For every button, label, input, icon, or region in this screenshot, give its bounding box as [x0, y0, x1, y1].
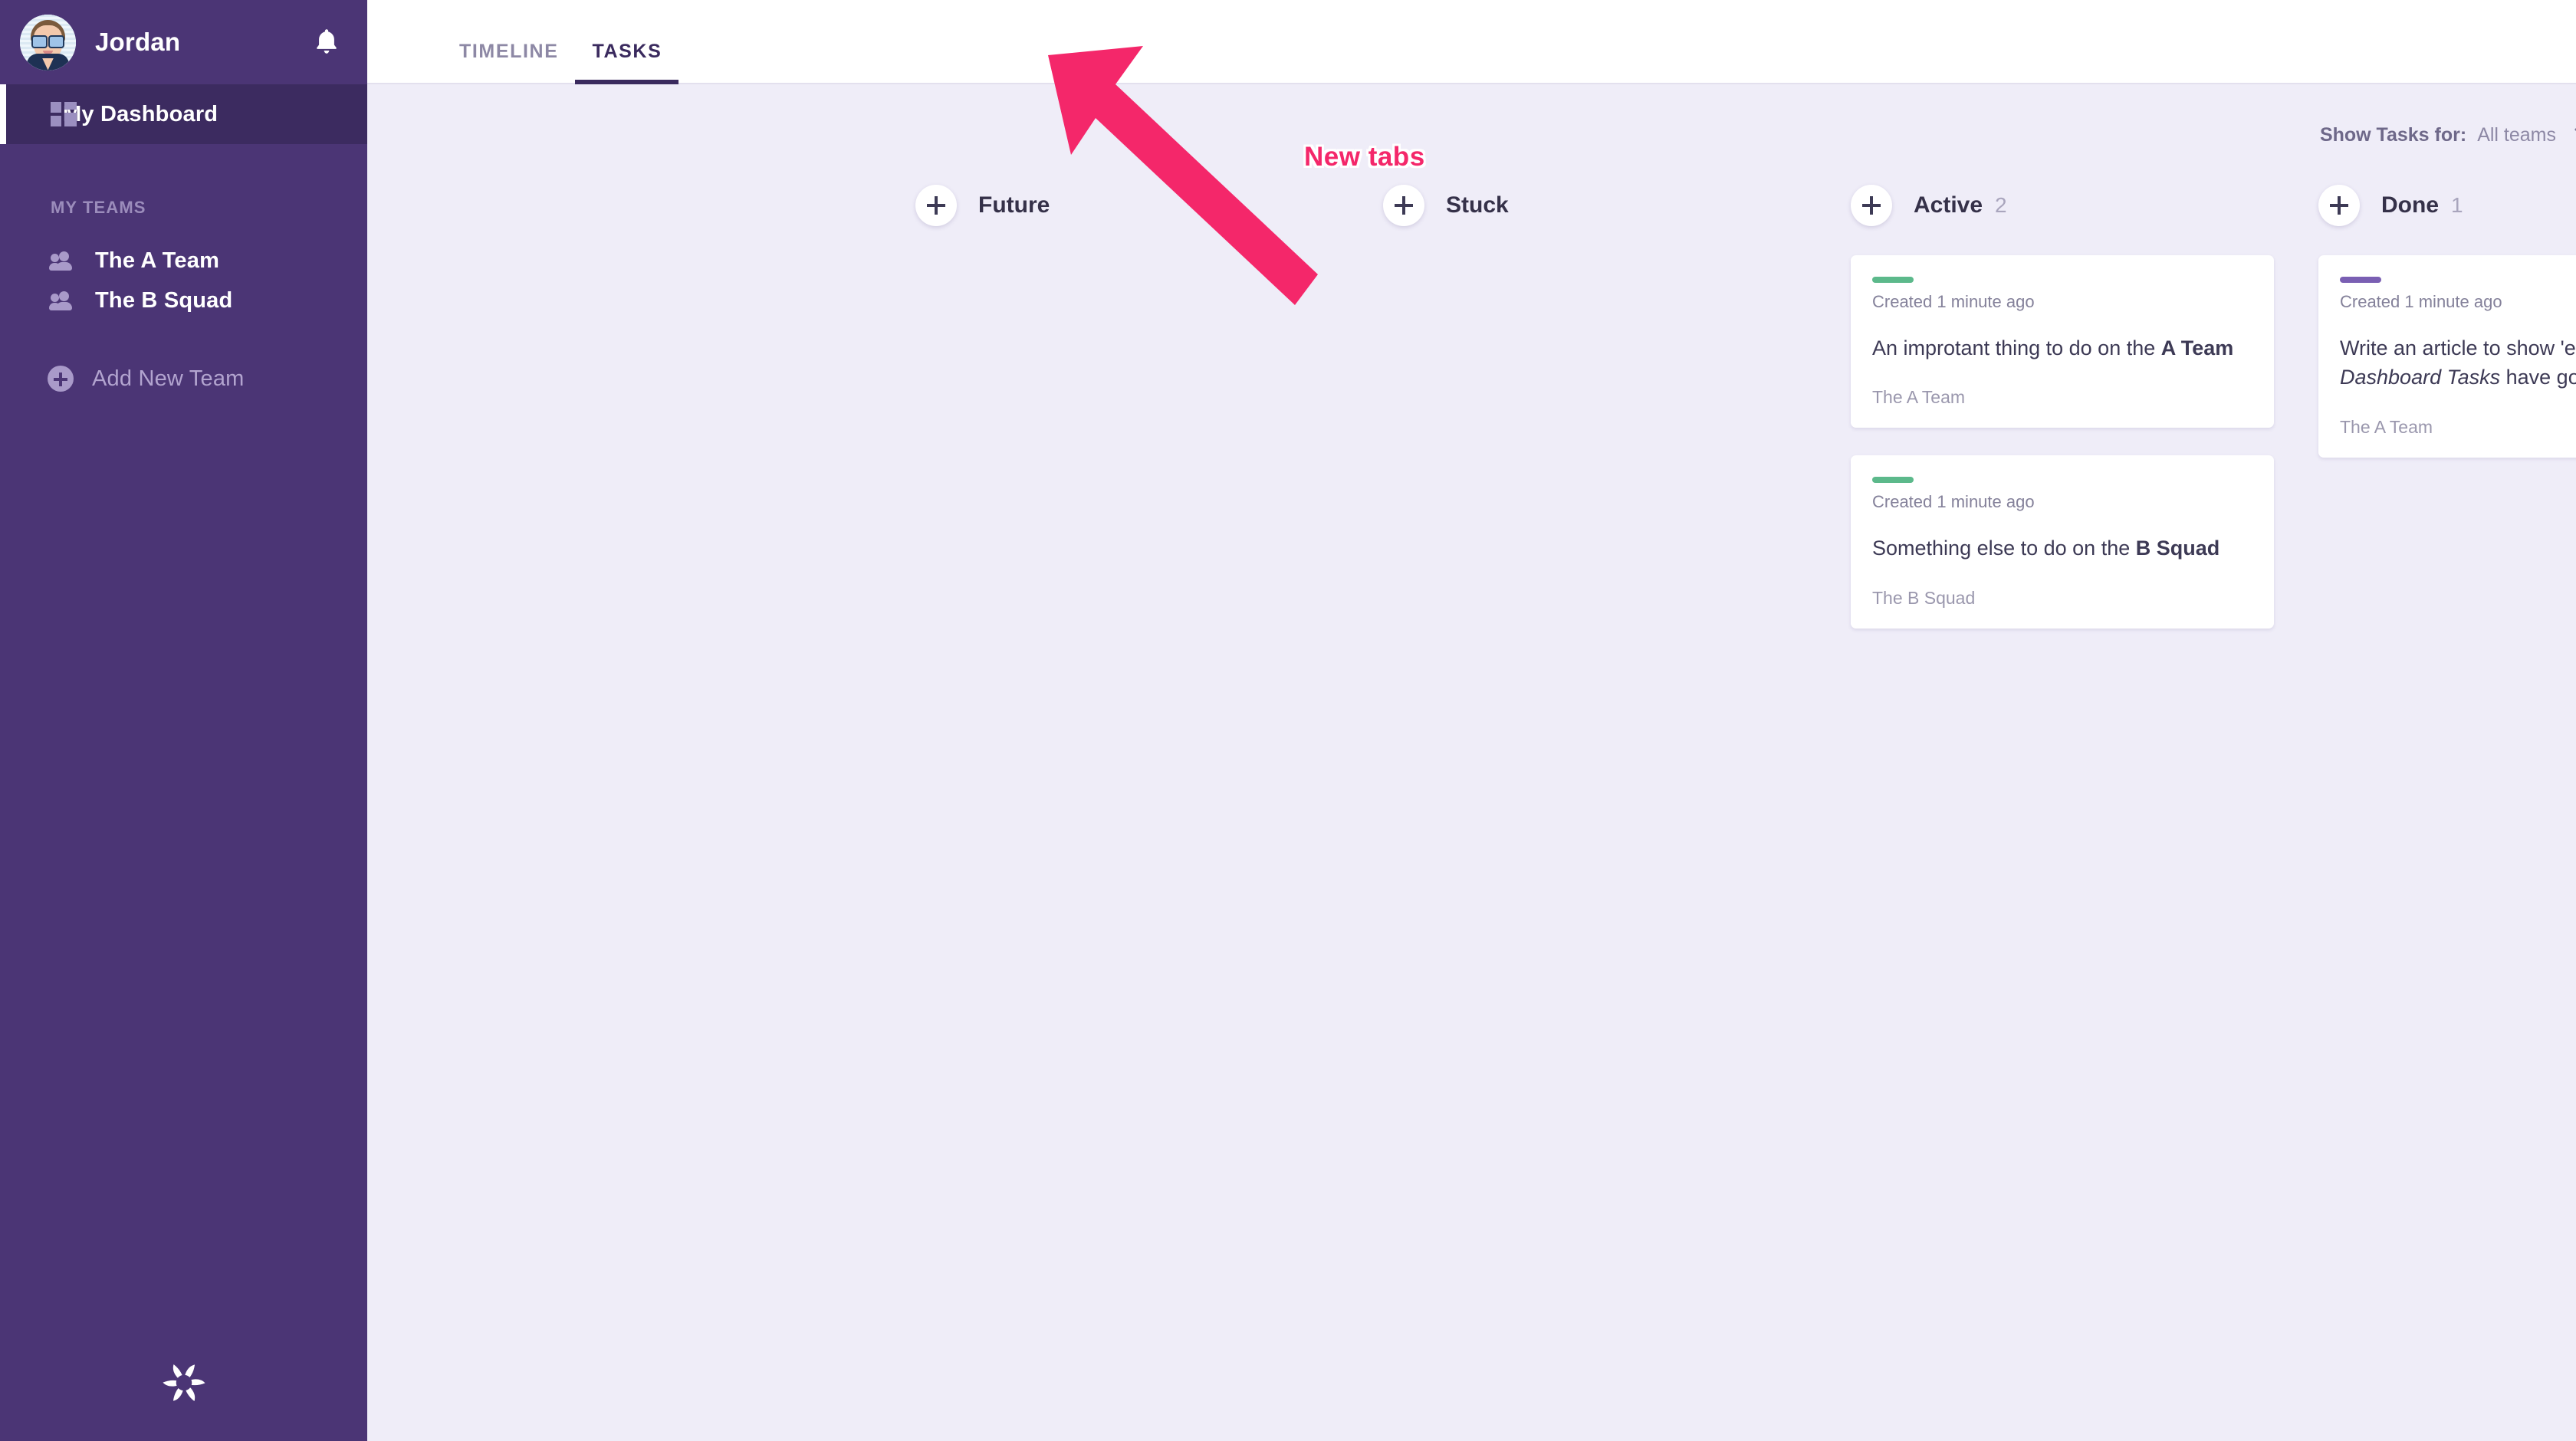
plus-icon	[1862, 196, 1881, 215]
column-title: Done	[2381, 192, 2439, 218]
sidebar-team-list: The A Team The B Squad	[0, 241, 367, 320]
task-filter: Show Tasks for: All teams	[367, 84, 2576, 146]
task-title-text: Something else to do on the	[1872, 537, 2136, 560]
add-task-button-future[interactable]	[915, 185, 957, 226]
task-status-bar	[1872, 477, 1914, 484]
username-label: Jordan	[95, 28, 181, 56]
add-task-button-active[interactable]	[1851, 185, 1892, 226]
add-task-button-done[interactable]	[2318, 185, 2360, 226]
task-title-emphasis: A Team	[2160, 336, 2234, 359]
sidebar-item-label: My Dashboard	[63, 101, 219, 126]
task-created-label: Created 1 minute ago	[1872, 492, 2035, 512]
column-count: 2	[1995, 193, 2007, 217]
task-title-emphasis: B Squad	[2135, 537, 2220, 560]
column-header: Active 2	[1851, 183, 2318, 228]
task-title: Something else to do on the B Squad	[1872, 533, 2252, 563]
column-header: Future	[915, 183, 1383, 228]
board-column-done: Done 1 Created 1 minute ago Write an art…	[2318, 183, 2576, 1441]
bell-icon	[317, 29, 337, 54]
add-task-button-stuck[interactable]	[1383, 185, 1424, 226]
task-card[interactable]: Created 1 minute ago An improtant thing …	[1851, 255, 2274, 428]
board-column-future: Future	[915, 183, 1383, 1441]
sidebar: Jordan My Dashboard MY TEAMS The A Team	[0, 0, 367, 1441]
task-created-label: Created 1 minute ago	[1872, 292, 2035, 311]
plus-circle-icon	[48, 366, 74, 392]
sidebar-section-title: MY TEAMS	[51, 198, 146, 217]
people-icon	[49, 251, 77, 271]
add-new-team-label: Add New Team	[92, 366, 245, 391]
task-team-label: The B Squad	[1872, 587, 1976, 608]
app-root: Jordan My Dashboard MY TEAMS The A Team	[0, 0, 2576, 1441]
grid-icon	[51, 102, 77, 126]
task-status-bar	[1872, 277, 1914, 283]
app-logo-icon	[162, 1364, 205, 1402]
tab-timeline[interactable]: TIMELINE	[442, 41, 575, 83]
active-indicator	[0, 84, 6, 144]
task-status-bar	[2340, 277, 2381, 283]
tab-bar: TIMELINE TASKS	[367, 0, 2576, 84]
column-title: Stuck	[1446, 192, 1509, 218]
task-title: An improtant thing to do on the A Team	[1872, 333, 2252, 363]
column-header: Done 1	[2318, 183, 2576, 228]
task-team-label: The A Team	[1872, 387, 1966, 408]
user-avatar[interactable]	[20, 14, 76, 71]
column-title: Future	[978, 192, 1050, 218]
column-title: Active	[1914, 192, 1983, 218]
filter-label: Show Tasks for:	[2319, 124, 2467, 146]
task-board: Future Stuck Active 2 Created 1 minute a…	[367, 146, 2576, 1441]
add-new-team-button[interactable]: Add New Team	[0, 359, 367, 399]
sidebar-item-the-b-squad[interactable]: The B Squad	[0, 281, 367, 320]
filter-value[interactable]: All teams	[2477, 124, 2556, 146]
plus-icon	[927, 196, 945, 215]
tab-tasks[interactable]: TASKS	[575, 41, 679, 84]
task-card[interactable]: Created 1 minute ago Write an article to…	[2318, 255, 2576, 458]
task-title: Write an article to show 'em where My Da…	[2340, 333, 2576, 392]
plus-icon	[2330, 196, 2348, 215]
app-logo	[0, 1358, 367, 1407]
task-title-text: An improtant thing to do on the	[1872, 336, 2161, 359]
sidebar-team-label: The B Squad	[95, 287, 233, 313]
task-team-label: The A Team	[2340, 416, 2433, 437]
task-created-label: Created 1 minute ago	[2340, 292, 2502, 311]
column-header: Stuck	[1383, 183, 1851, 228]
sidebar-item-my-dashboard[interactable]: My Dashboard	[0, 84, 367, 144]
sidebar-header: Jordan	[0, 0, 367, 84]
sidebar-team-label: The A Team	[95, 248, 220, 273]
sidebar-item-the-a-team[interactable]: The A Team	[0, 241, 367, 281]
main-content: TIMELINE TASKS Show Tasks for: All teams…	[367, 0, 2576, 1441]
notifications-button[interactable]	[314, 28, 340, 57]
column-count: 1	[2451, 193, 2463, 217]
board-column-stuck: Stuck	[1383, 183, 1851, 1441]
board-column-active: Active 2 Created 1 minute ago An improta…	[1851, 183, 2318, 1441]
task-title-text-end: have gone to 🖊	[2505, 366, 2576, 389]
people-icon	[49, 290, 77, 310]
plus-icon	[1395, 196, 1413, 215]
task-card[interactable]: Created 1 minute ago Something else to d…	[1851, 455, 2274, 629]
task-title-text: Write an article to show 'em where	[2340, 336, 2576, 359]
